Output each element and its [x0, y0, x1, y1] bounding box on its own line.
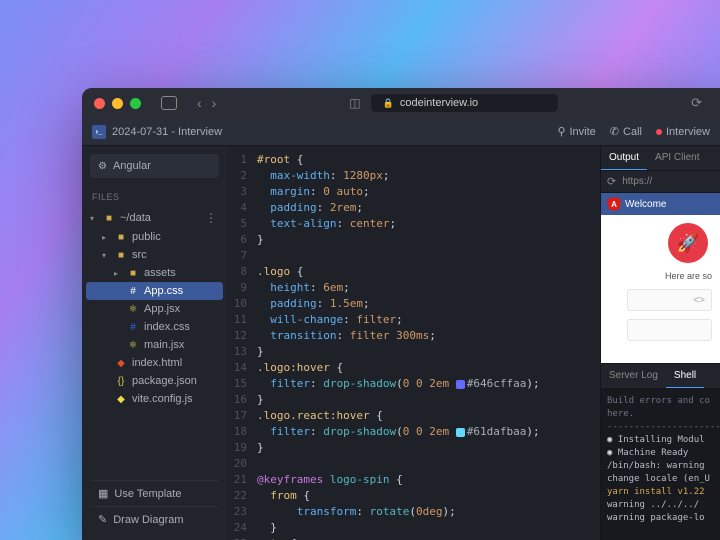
- gear-icon: ⚙: [98, 161, 107, 172]
- tree-root[interactable]: ▾■~/data⋮: [86, 208, 223, 228]
- angular-icon: A: [607, 197, 621, 211]
- folder-icon: ■: [115, 232, 127, 243]
- preview-code-box: [627, 319, 712, 341]
- forward-icon[interactable]: ›: [212, 95, 217, 111]
- status-indicator: Interview: [656, 126, 710, 138]
- terminal-output[interactable]: Build errors and cohere.----------------…: [601, 389, 720, 540]
- app-header: ›_ 2024-07-31 - Interview ⚲ Invite ✆ Cal…: [82, 118, 720, 146]
- js-icon: ◆: [115, 394, 127, 405]
- folder-icon: ■: [115, 250, 127, 261]
- folder-icon: ■: [103, 213, 115, 224]
- tab-shell[interactable]: Shell: [666, 364, 704, 388]
- lock-icon: 🔒: [383, 98, 394, 109]
- rocket-icon: 🚀: [668, 223, 708, 263]
- css-icon: #: [127, 322, 139, 333]
- invite-button[interactable]: ⚲ Invite: [557, 125, 595, 138]
- tree-package-json[interactable]: {}package.json: [86, 372, 223, 390]
- files-section-label: FILES: [82, 188, 227, 206]
- folder-icon: ■: [127, 268, 139, 279]
- tree-assets[interactable]: ▸■assets: [86, 264, 223, 282]
- url-bar[interactable]: 🔒 codeinterview.io: [371, 94, 559, 112]
- more-icon[interactable]: ⋮: [205, 211, 219, 225]
- pencil-icon: ✎: [98, 513, 107, 526]
- preview-url: https://: [622, 176, 652, 187]
- shield-icon[interactable]: ◫: [349, 96, 360, 110]
- tab-api-client[interactable]: API Client: [647, 146, 707, 170]
- tree-src[interactable]: ▾■src: [86, 246, 223, 264]
- preview-code-box: <>: [627, 289, 712, 311]
- call-button[interactable]: ✆ Call: [610, 125, 642, 138]
- back-icon[interactable]: ‹: [197, 95, 202, 111]
- traffic-lights: [94, 98, 141, 109]
- tree-app-css[interactable]: #App.css: [86, 282, 223, 300]
- log-tabs: Server Log Shell: [601, 363, 720, 389]
- reload-icon[interactable]: ⟳: [691, 95, 702, 111]
- tree-vite-config[interactable]: ◆vite.config.js: [86, 390, 223, 408]
- sidebar: ⚙ Angular FILES ▾■~/data⋮ ▸■public ▾■src…: [82, 146, 227, 540]
- invite-icon: ⚲: [557, 125, 565, 138]
- right-panel: Output API Client ⟳ https:// A Welcome 🚀…: [600, 146, 720, 540]
- html-icon: ◆: [115, 358, 127, 369]
- tree-public[interactable]: ▸■public: [86, 228, 223, 246]
- jsx-icon: ⚛: [127, 304, 139, 315]
- file-tree: ▾■~/data⋮ ▸■public ▾■src ▸■assets #App.c…: [82, 206, 227, 480]
- tab-output[interactable]: Output: [601, 146, 647, 170]
- preview-frame: A Welcome 🚀 Here are so <>: [601, 193, 720, 363]
- css-icon: #: [127, 286, 139, 297]
- template-icon: ▦: [98, 487, 108, 500]
- url-text: codeinterview.io: [400, 97, 478, 109]
- use-template-button[interactable]: ▦Use Template: [90, 480, 219, 506]
- phone-icon: ✆: [610, 125, 619, 138]
- browser-window: ‹ › ◫ 🔒 codeinterview.io ⟳ ›_ 2024-07-31…: [82, 88, 720, 540]
- preview-text: Here are so: [665, 271, 712, 281]
- draw-diagram-button[interactable]: ✎Draw Diagram: [90, 506, 219, 532]
- json-icon: {}: [115, 376, 127, 387]
- status-dot-icon: [656, 129, 662, 135]
- terminal-icon: ›_: [92, 125, 106, 139]
- code-editor[interactable]: 1#root {2 max-width: 1280px;3 margin: 0 …: [227, 146, 600, 540]
- tree-index-html[interactable]: ◆index.html: [86, 354, 223, 372]
- output-tabs: Output API Client: [601, 146, 720, 171]
- preview-header: A Welcome: [601, 193, 720, 215]
- jsx-icon: ⚛: [127, 340, 139, 351]
- reload-preview-icon[interactable]: ⟳: [607, 175, 616, 188]
- titlebar: ‹ › ◫ 🔒 codeinterview.io ⟳: [82, 88, 720, 118]
- sidebar-toggle-icon[interactable]: [161, 96, 177, 110]
- session-title: 2024-07-31 - Interview: [112, 126, 222, 138]
- minimize-icon[interactable]: [112, 98, 123, 109]
- framework-select[interactable]: ⚙ Angular: [90, 154, 219, 178]
- tab-server-log[interactable]: Server Log: [601, 364, 666, 388]
- tree-main-jsx[interactable]: ⚛main.jsx: [86, 336, 223, 354]
- tree-index-css[interactable]: #index.css: [86, 318, 223, 336]
- maximize-icon[interactable]: [130, 98, 141, 109]
- tree-app-jsx[interactable]: ⚛App.jsx: [86, 300, 223, 318]
- close-icon[interactable]: [94, 98, 105, 109]
